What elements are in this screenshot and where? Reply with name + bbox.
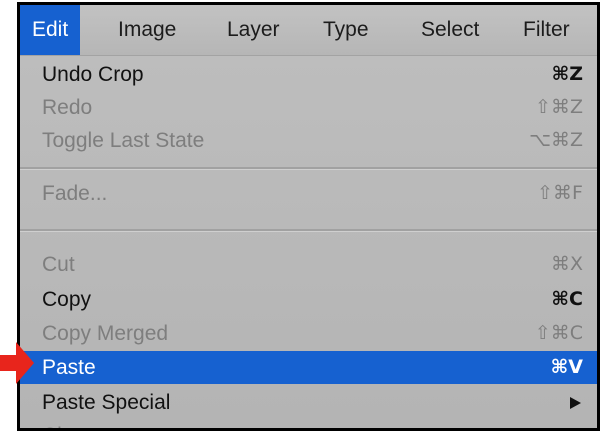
shortcut-label: ⌘Z — [551, 63, 583, 85]
menu-edit[interactable]: Edit — [20, 5, 81, 55]
shortcut-label: ⌘C — [551, 288, 583, 310]
edit-menu-screenshot: Edit Image Layer Type Select Filter Undo… — [17, 2, 600, 431]
menu-item-label: Paste Special — [42, 391, 171, 414]
menu-item-toggle-last-state: Toggle Last State ⌥⌘Z — [20, 124, 597, 157]
menu-item-label: Redo — [42, 96, 93, 119]
menu-item-redo: Redo ⇧⌘Z — [20, 91, 597, 124]
menu-layer[interactable]: Layer — [227, 5, 280, 55]
menu-item-paste[interactable]: Paste ⌘V — [20, 351, 597, 384]
shortcut-label: ⌘V — [550, 356, 583, 378]
menu-image[interactable]: Image — [118, 5, 176, 55]
menu-item-fade: Fade... ⇧⌘F — [20, 177, 597, 210]
menu-item-clear-partial: Clear — [20, 419, 597, 428]
menu-item-label: Undo Crop — [42, 63, 144, 86]
menu-filter[interactable]: Filter — [523, 5, 570, 55]
menu-item-label: Copy — [42, 288, 92, 311]
menu-item-label: Clear — [42, 419, 92, 428]
menu-separator — [20, 229, 597, 232]
shortcut-label: ⌥⌘Z — [529, 129, 583, 151]
menu-item-label: Toggle Last State — [42, 129, 205, 152]
menu-item-copy-merged: Copy Merged ⇧⌘C — [20, 317, 597, 350]
submenu-arrow-icon — [570, 397, 581, 409]
menu-item-cut: Cut ⌘X — [20, 248, 597, 281]
shortcut-label: ⌘X — [550, 253, 583, 275]
menu-item-label: Paste — [42, 356, 96, 379]
menu-item-label: Fade... — [42, 182, 108, 205]
shortcut-label: ⇧⌘Z — [535, 96, 583, 118]
menu-item-undo-crop[interactable]: Undo Crop ⌘Z — [20, 58, 597, 91]
menu-item-copy[interactable]: Copy ⌘C — [20, 283, 597, 316]
pointer-arrow-icon — [0, 342, 34, 384]
shortcut-label: ⇧⌘C — [534, 322, 583, 344]
menu-separator — [20, 167, 597, 170]
edit-menu-dropdown: Undo Crop ⌘Z Redo ⇧⌘Z Toggle Last State … — [20, 56, 597, 428]
menu-type[interactable]: Type — [323, 5, 369, 55]
menu-item-label: Copy Merged — [42, 322, 169, 345]
menu-item-label: Cut — [42, 253, 75, 276]
menu-item-paste-special[interactable]: Paste Special — [20, 386, 597, 419]
menu-select[interactable]: Select — [421, 5, 479, 55]
menu-bar: Edit Image Layer Type Select Filter — [20, 5, 597, 56]
pointer-arrow-shape — [0, 342, 34, 384]
shortcut-label: ⇧⌘F — [537, 182, 583, 204]
